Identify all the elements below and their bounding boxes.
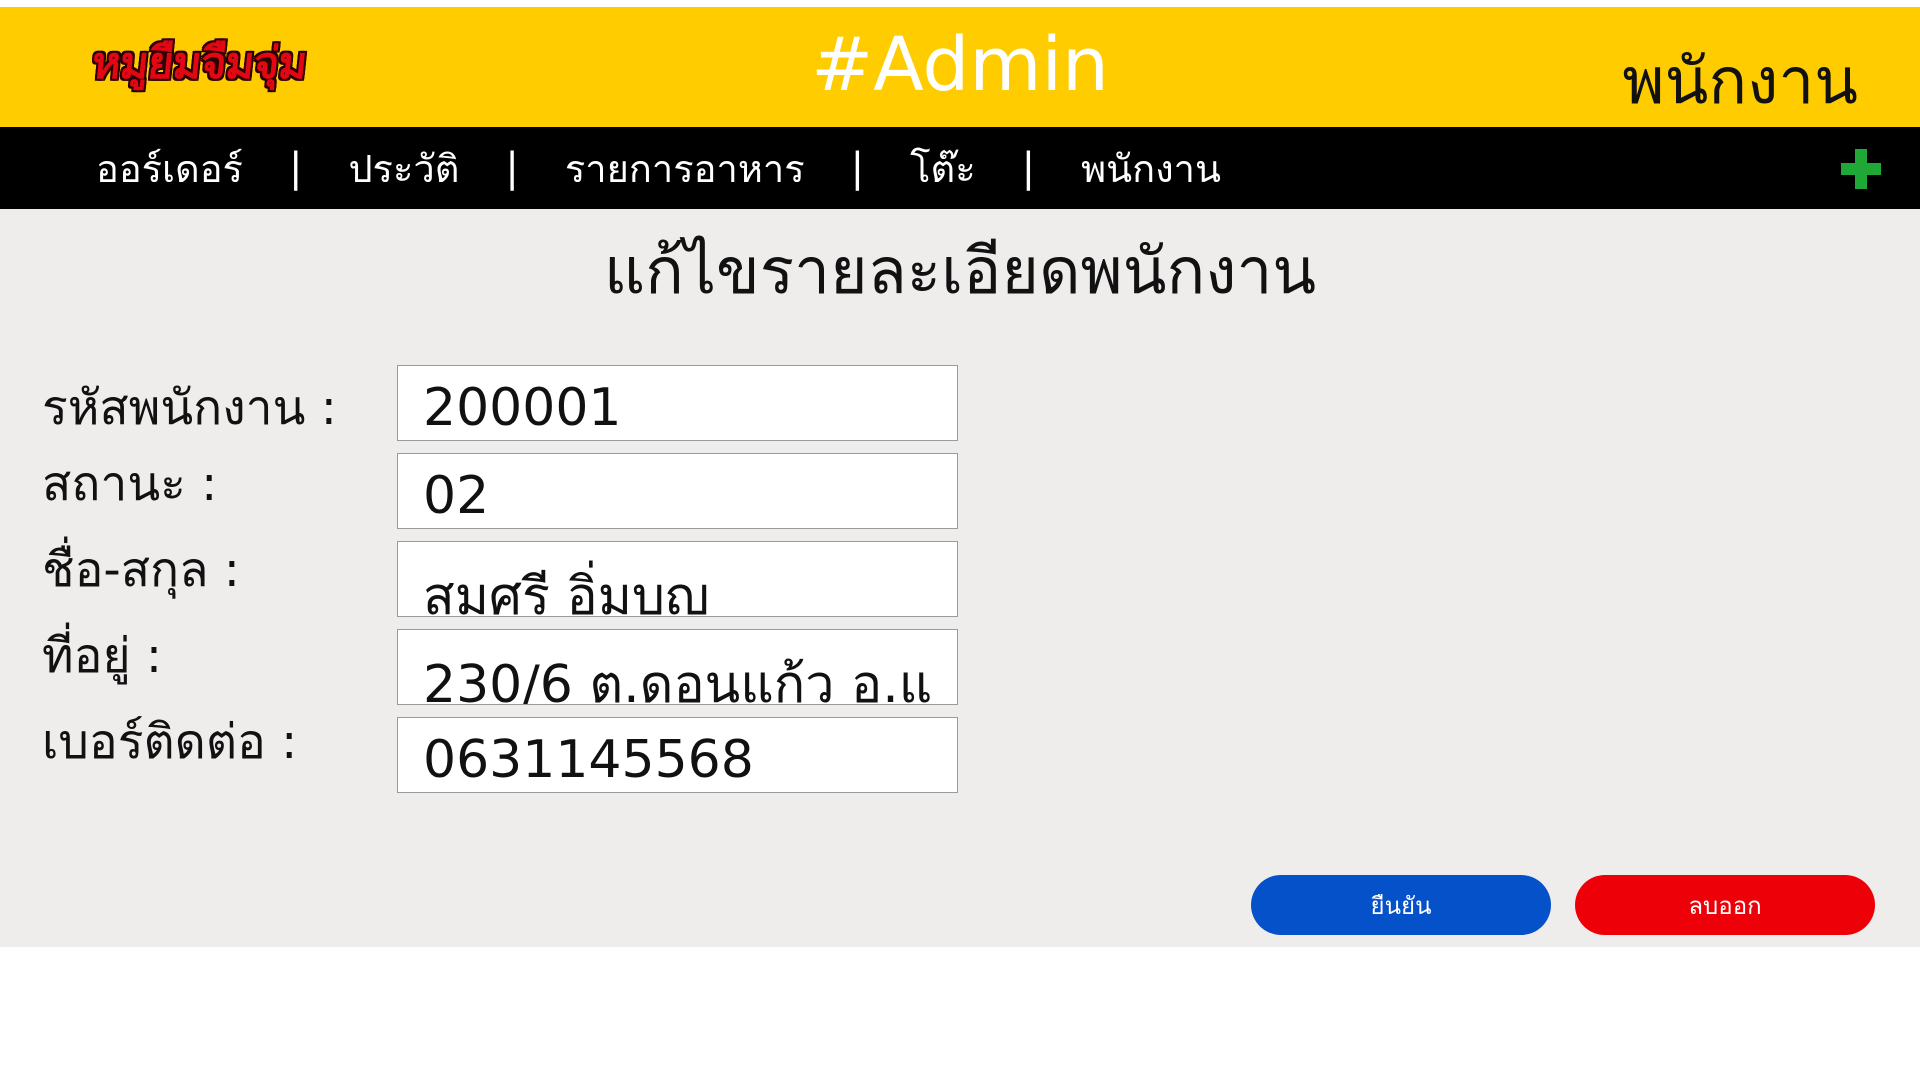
employee-id-label: รหัสพนักงาน : bbox=[42, 380, 337, 436]
full-name-input[interactable]: สมศรี อิ่มบุญ bbox=[397, 541, 958, 617]
nav-separator: | bbox=[1021, 145, 1036, 191]
form-row-full-name: ชื่อ-สกุล : สมศรี อิ่มบุญ bbox=[0, 541, 1000, 619]
phone-label: เบอร์ติดต่อ : bbox=[42, 714, 298, 770]
nav-item-tables[interactable]: โต๊ะ bbox=[910, 138, 976, 199]
nav-bar: ออร์เดอร์ | ประวัติ | รายการอาหาร | โต๊ะ… bbox=[0, 127, 1920, 209]
nav-separator: | bbox=[505, 145, 519, 191]
nav-menu: ออร์เดอร์ | ประวัติ | รายการอาหาร | โต๊ะ… bbox=[96, 127, 1221, 209]
header-bar: หมูยืมจืมจุ่ม #Admin พนักงาน bbox=[0, 7, 1920, 127]
address-label: ที่อยู่ : bbox=[42, 628, 163, 684]
form-row-address: ที่อยู่ : 230/6 ต.ดอนแก้ว อ.แ bbox=[0, 628, 1000, 707]
form-row-phone: เบอร์ติดต่อ : 0631145568 bbox=[0, 714, 1000, 795]
form-row-status: สถานะ : 02 bbox=[0, 453, 1000, 531]
employee-id-input[interactable]: 200001 bbox=[397, 365, 958, 441]
nav-separator: | bbox=[288, 145, 303, 191]
page-title: แก้ไขรายละเอียดพนักงาน bbox=[603, 235, 1317, 309]
form-row-employee-id: รหัสพนักงาน : 200001 bbox=[0, 365, 1000, 443]
status-label: สถานะ : bbox=[42, 456, 218, 512]
nav-item-menu[interactable]: รายการอาหาร bbox=[565, 138, 805, 199]
full-name-label: ชื่อ-สกุล : bbox=[42, 542, 240, 598]
nav-item-orders[interactable]: ออร์เดอร์ bbox=[96, 138, 243, 199]
header-section-label: พนักงาน bbox=[1622, 45, 1858, 119]
nav-item-history[interactable]: ประวัติ bbox=[348, 138, 459, 199]
nav-separator: | bbox=[850, 145, 865, 191]
address-input[interactable]: 230/6 ต.ดอนแก้ว อ.แ bbox=[397, 629, 958, 705]
content-area: แก้ไขรายละเอียดพนักงาน รหัสพนักงาน : 200… bbox=[0, 209, 1920, 947]
page: หมูยืมจืมจุ่ม #Admin พนักงาน ออร์เดอร์ |… bbox=[0, 0, 1920, 1080]
nav-item-employees[interactable]: พนักงาน bbox=[1081, 138, 1221, 199]
top-strip bbox=[0, 0, 1920, 7]
confirm-button[interactable]: ยืนยัน bbox=[1251, 875, 1551, 935]
delete-button[interactable]: ลบออก bbox=[1575, 875, 1875, 935]
phone-input[interactable]: 0631145568 bbox=[397, 717, 958, 793]
status-input[interactable]: 02 bbox=[397, 453, 958, 529]
plus-icon bbox=[1841, 149, 1881, 189]
add-button[interactable] bbox=[1834, 141, 1890, 197]
